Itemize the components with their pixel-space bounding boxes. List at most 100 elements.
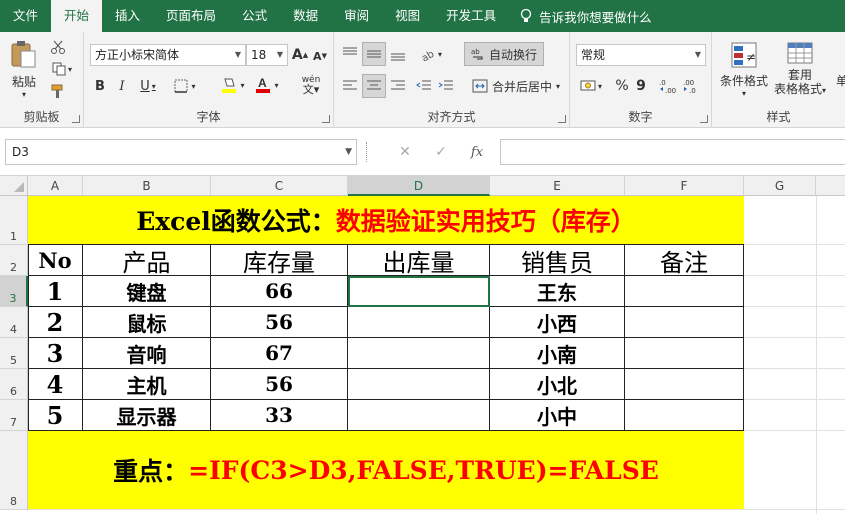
tab-home[interactable]: 开始	[51, 0, 103, 32]
table-cell-stock[interactable]: 56	[211, 369, 348, 400]
table-cell-product[interactable]: 主机	[83, 369, 211, 400]
underline-button[interactable]: U ▾	[136, 76, 160, 96]
cancel-button[interactable]: ✕	[394, 142, 416, 162]
phonetic-button[interactable]: wén 文▾	[296, 74, 326, 96]
insert-function-button[interactable]: fx	[466, 142, 488, 162]
table-cell-outbound[interactable]	[348, 307, 490, 338]
table-cell-remark[interactable]	[625, 400, 744, 431]
select-all-corner[interactable]	[0, 176, 28, 196]
formula-input[interactable]	[500, 139, 845, 165]
row-header-6[interactable]: 6	[0, 369, 28, 400]
row-header-5[interactable]: 5	[0, 338, 28, 369]
table-cell-remark[interactable]	[625, 307, 744, 338]
table-cell-salesperson[interactable]: 小中	[490, 400, 625, 431]
table-cell-salesperson[interactable]: 小南	[490, 338, 625, 369]
format-painter-button[interactable]	[48, 82, 68, 100]
font-color-button[interactable]: A ▾	[252, 74, 282, 96]
column-header-e[interactable]: E	[490, 176, 625, 196]
wrap-text-button[interactable]: ab 自动换行	[464, 42, 544, 66]
format-as-table-button[interactable]: 套用 表格格式▾	[772, 38, 828, 100]
fill-color-button[interactable]: ▾	[218, 74, 248, 96]
increase-indent-button[interactable]	[436, 76, 456, 96]
conditional-formatting-button[interactable]: ≠ 条件格式 ▾	[716, 38, 772, 100]
font-launcher[interactable]	[322, 115, 330, 123]
table-cell-stock[interactable]: 56	[211, 307, 348, 338]
align-bottom-button[interactable]	[388, 44, 408, 64]
table-cell-stock[interactable]: 66	[211, 276, 348, 307]
shrink-font-button[interactable]: A ▼	[312, 47, 328, 65]
align-right-button[interactable]	[388, 76, 408, 96]
header-cell-no[interactable]: No	[28, 245, 83, 276]
table-cell-product[interactable]: 音响	[83, 338, 211, 369]
formula-bar-splitter[interactable]	[366, 142, 368, 162]
table-cell-no[interactable]: 3	[28, 338, 83, 369]
tab-data[interactable]: 数据	[280, 0, 331, 32]
table-cell-no[interactable]: 4	[28, 369, 83, 400]
column-header-a[interactable]: A	[28, 176, 83, 196]
name-box-dropdown-icon[interactable]: ▼	[345, 140, 352, 164]
number-launcher[interactable]	[700, 115, 708, 123]
italic-button[interactable]: I	[114, 76, 130, 96]
row-header-7[interactable]: 7	[0, 400, 28, 431]
table-cell-outbound[interactable]	[348, 276, 490, 307]
percent-button[interactable]: %	[614, 76, 630, 96]
tell-me-box[interactable]: 告诉我你想要做什么	[509, 7, 652, 26]
copy-button[interactable]: ▾	[48, 60, 76, 78]
header-cell-outbound[interactable]: 出库量	[348, 245, 490, 277]
tab-review[interactable]: 审阅	[331, 0, 382, 32]
borders-button[interactable]: ▾	[170, 76, 200, 96]
font-size-select[interactable]: 18 ▼	[246, 44, 288, 66]
header-cell-stock[interactable]: 库存量	[211, 245, 348, 277]
font-name-select[interactable]: 方正小标宋简体 ▼	[90, 44, 246, 66]
row-header-3[interactable]: 3	[0, 276, 28, 307]
column-header-g[interactable]: G	[744, 176, 816, 196]
column-header-f[interactable]: F	[625, 176, 744, 196]
tab-formulas[interactable]: 公式	[229, 0, 280, 32]
number-format-select[interactable]: 常规 ▼	[576, 44, 706, 66]
table-cell-stock[interactable]: 33	[211, 400, 348, 431]
grow-font-button[interactable]: A ▲	[292, 45, 308, 65]
align-left-button[interactable]	[340, 76, 360, 96]
comma-style-button[interactable]: 9	[634, 76, 648, 96]
table-cell-outbound[interactable]	[348, 338, 490, 369]
table-cell-salesperson[interactable]: 小北	[490, 369, 625, 400]
column-header-c[interactable]: C	[211, 176, 348, 196]
table-cell-outbound[interactable]	[348, 400, 490, 431]
table-cell-product[interactable]: 鼠标	[83, 307, 211, 338]
tab-page-layout[interactable]: 页面布局	[153, 0, 229, 32]
decrease-indent-button[interactable]	[414, 76, 434, 96]
merge-center-button[interactable]: 合并后居中 ▾	[466, 76, 566, 96]
header-cell-remark[interactable]: 备注	[625, 245, 744, 277]
row-header-1[interactable]: 1	[0, 196, 28, 245]
enter-button[interactable]: ✓	[430, 142, 452, 162]
paste-button[interactable]: 粘贴 ▾	[6, 38, 42, 100]
row-header-4[interactable]: 4	[0, 307, 28, 338]
table-cell-no[interactable]: 5	[28, 400, 83, 431]
table-cell-remark[interactable]	[625, 369, 744, 400]
align-center-button[interactable]	[362, 74, 386, 98]
table-cell-no[interactable]: 2	[28, 307, 83, 338]
clipboard-launcher[interactable]	[72, 115, 80, 123]
table-cell-remark[interactable]	[625, 338, 744, 369]
tab-view[interactable]: 视图	[382, 0, 433, 32]
decrease-decimal-button[interactable]: .00.0	[682, 76, 702, 96]
column-header-b[interactable]: B	[83, 176, 211, 196]
column-header-h[interactable]	[816, 176, 845, 196]
row-header-8[interactable]: 8	[0, 431, 28, 510]
table-cell-salesperson[interactable]: 王东	[490, 276, 625, 307]
align-top-button[interactable]	[340, 44, 360, 64]
table-cell-salesperson[interactable]: 小西	[490, 307, 625, 338]
cell-styles-button[interactable]: 单	[832, 70, 845, 90]
row-header-2[interactable]: 2	[0, 245, 28, 276]
table-cell-product[interactable]: 显示器	[83, 400, 211, 431]
align-middle-button[interactable]	[362, 42, 386, 66]
tab-file[interactable]: 文件	[0, 0, 51, 32]
tab-insert[interactable]: 插入	[102, 0, 153, 32]
name-box[interactable]: D3 ▼	[5, 139, 357, 165]
table-cell-no[interactable]: 1	[28, 276, 83, 307]
table-cell-stock[interactable]: 67	[211, 338, 348, 369]
increase-decimal-button[interactable]: .0.00	[658, 76, 678, 96]
header-cell-product[interactable]: 产品	[83, 245, 211, 277]
tab-developer[interactable]: 开发工具	[433, 0, 509, 32]
key-point-cell[interactable]: 重点： =IF(C3>D3,FALSE,TRUE)=FALSE	[28, 431, 744, 509]
